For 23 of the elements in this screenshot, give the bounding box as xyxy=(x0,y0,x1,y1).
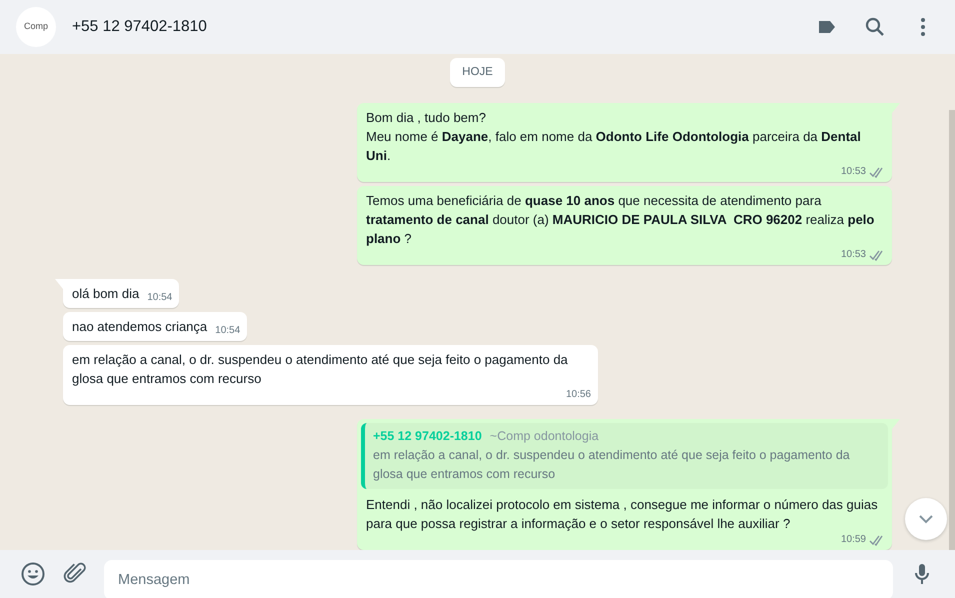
message-text: Bom dia , tudo bem? Meu nome é Dayane, falo em nome da Odonto Life Odontologia parceira da Dental Uni. xyxy=(366,109,862,166)
message-text: Entendi , não localizei protocolo em sistema , consegue me informar o número das guias para que possa registrar a informação e o setor responsável lhe auxiliar ? xyxy=(366,496,879,534)
quote-text: em relação a canal, o dr. suspendeu o atendimento até que seja feito o pagamento da glosa que entramos com recurso xyxy=(373,447,851,484)
message-time: 10:54 xyxy=(215,324,240,338)
quote-alias: ~Comp odontologia xyxy=(490,428,599,446)
message-text: nao atendemos criança xyxy=(72,318,208,336)
emoji-icon[interactable] xyxy=(20,561,46,587)
message-time: 10:59 xyxy=(840,533,866,548)
message-text: em relação a canal, o dr. suspendeu o atendimento até que seja feito o pagamento da glosa que entramos com recurso xyxy=(72,351,569,388)
message-time: 10:53 xyxy=(840,248,866,262)
date-chip: HOJE xyxy=(450,58,505,88)
message-time: 10:53 xyxy=(840,165,866,180)
message-text: olá bom dia xyxy=(72,285,140,304)
message-input[interactable]: Mensagem xyxy=(104,560,893,598)
contact-name[interactable]: +55 12 97402-1810 xyxy=(72,15,799,39)
message-time: 10:56 xyxy=(566,388,591,402)
quoted-message[interactable]: +55 12 97402-1810 ~Comp odontologia em relação a canal, o dr. suspendeu o atendimento até que seja feito o pagamento da glosa que entramos com recurso xyxy=(361,423,888,490)
avatar-logo: Comp xyxy=(16,7,56,47)
scrollbar[interactable] xyxy=(949,110,955,550)
message-time: 10:54 xyxy=(147,291,172,306)
chevron-down-icon xyxy=(918,514,934,524)
message-text: Temos uma beneficiária de quase 10 anos que necessita de atendimento para tratamento de canal doutor (a) MAURICIO DE PAULA SILVA CRO 96202 realiza pelo plano ? xyxy=(366,192,876,248)
quote-author: +55 12 97402-1810 xyxy=(373,428,482,446)
